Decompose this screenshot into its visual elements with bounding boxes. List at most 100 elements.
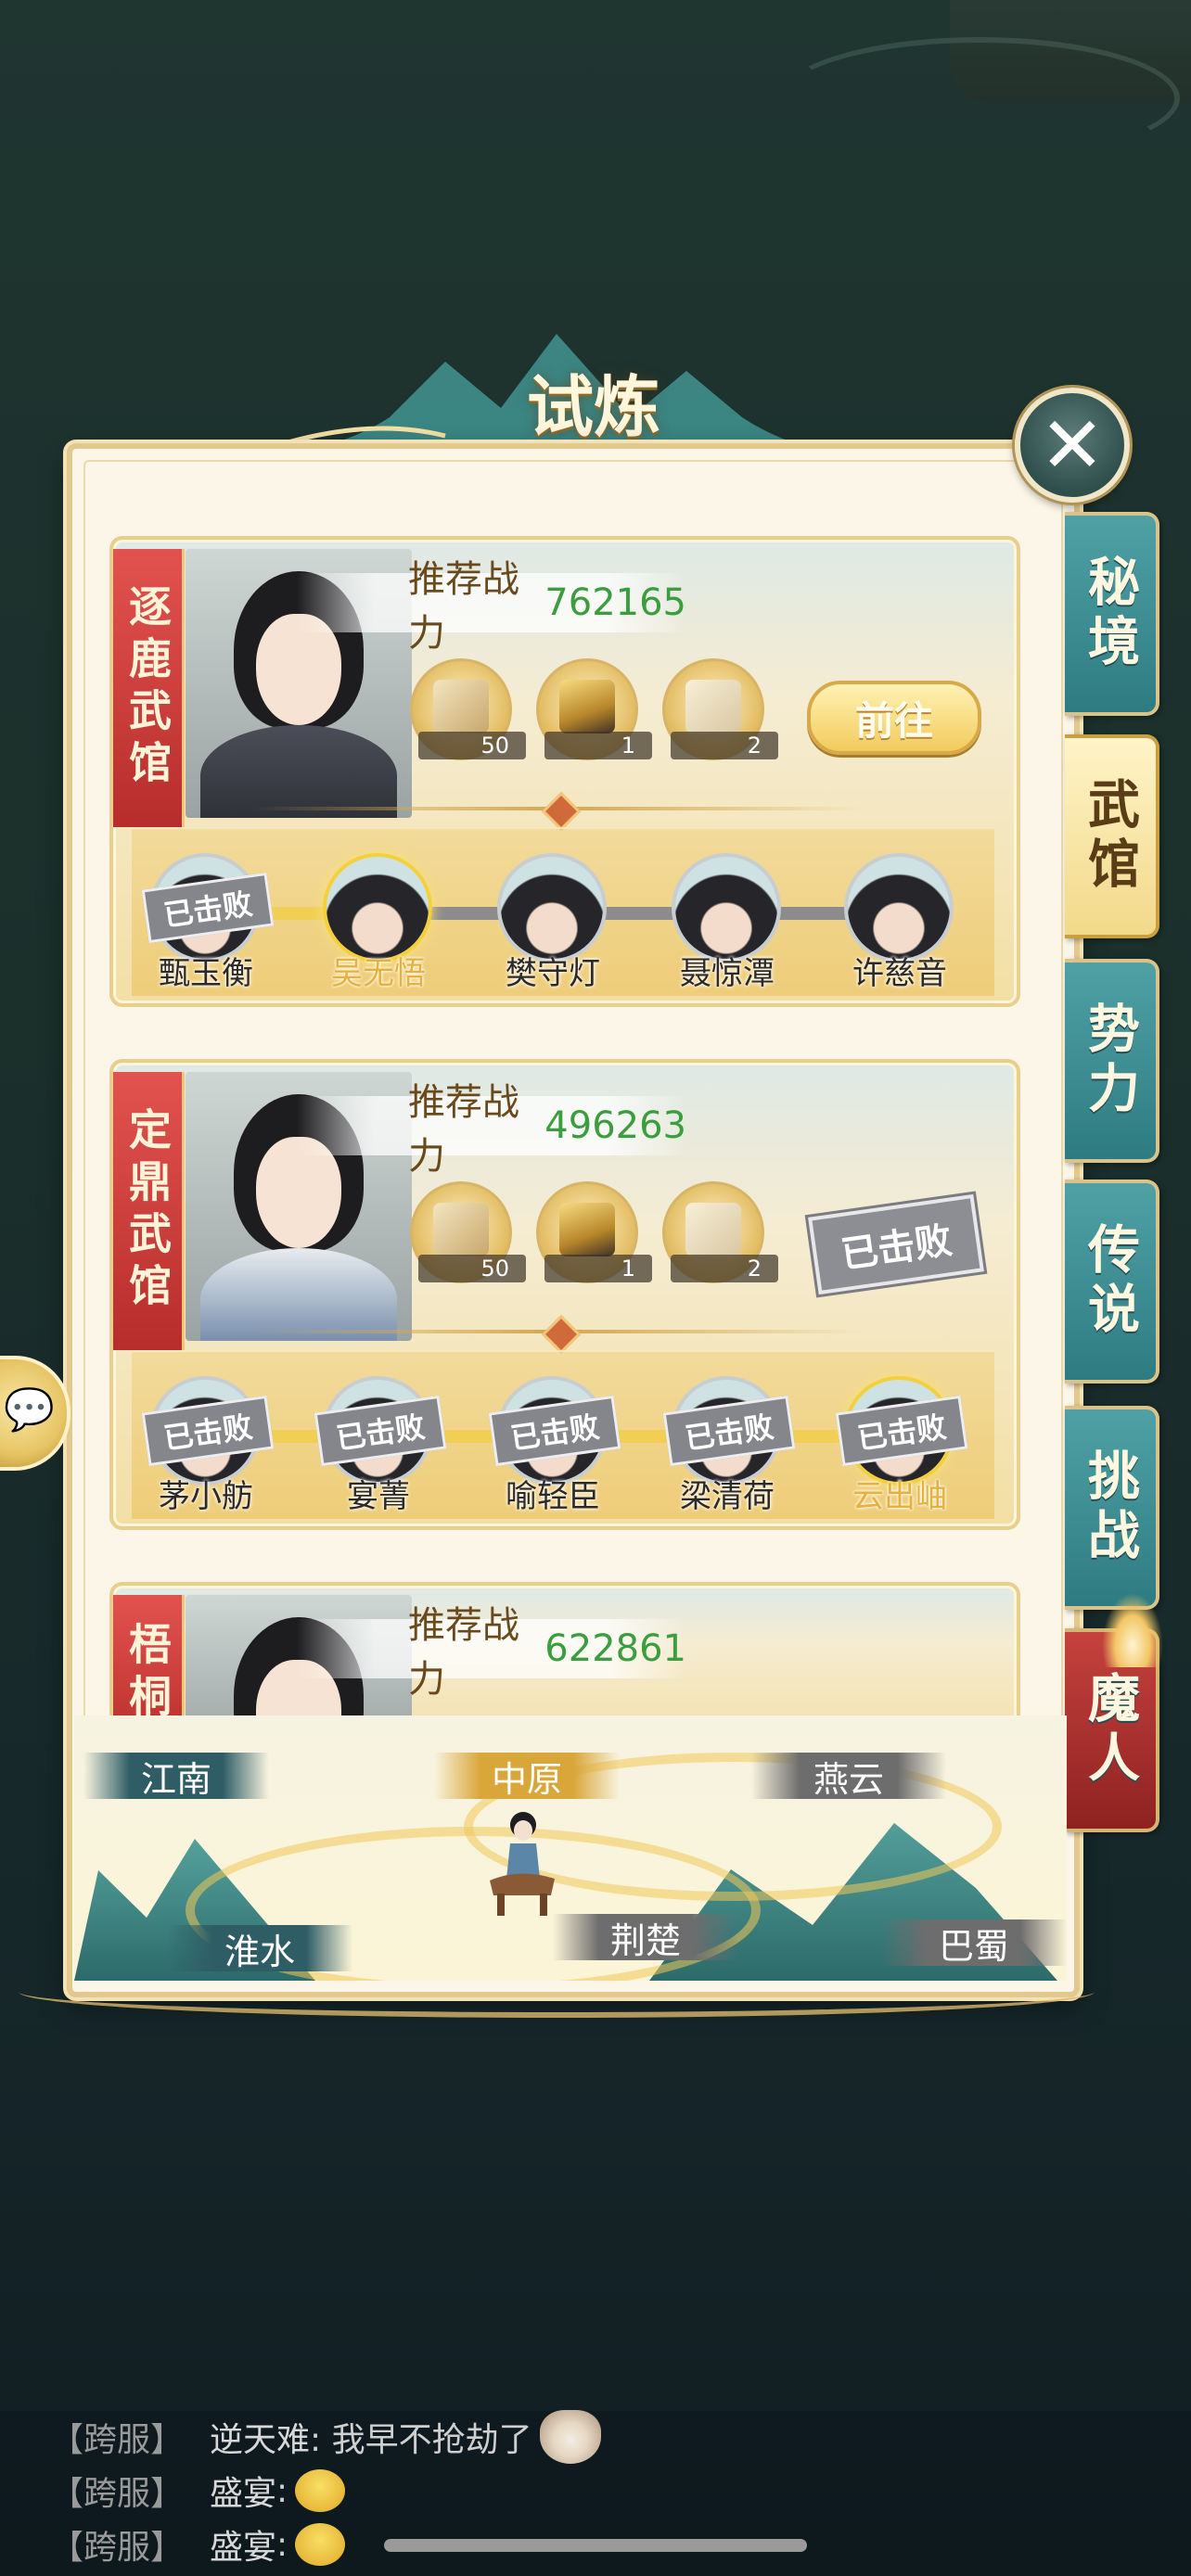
opponent[interactable]: 樊守灯 bbox=[497, 853, 610, 992]
avatar bbox=[323, 853, 432, 963]
opponent-name: 樊守灯 bbox=[506, 955, 600, 992]
divider-gem bbox=[541, 791, 582, 832]
reward-list: 50 1 2 bbox=[410, 658, 778, 760]
tab-legend[interactable]: 传说 bbox=[1065, 1180, 1159, 1384]
region-bashu[interactable]: 巴蜀 bbox=[881, 1919, 1067, 1967]
cat-emoji-icon bbox=[539, 2410, 601, 2464]
chat-icon: 💬 bbox=[4, 1386, 55, 1434]
opponent[interactable]: 已击败 宴菁 bbox=[314, 1376, 447, 1515]
chat-channel: 【跨服】 bbox=[50, 2421, 185, 2459]
reward-count: 1 bbox=[544, 1255, 652, 1282]
chat-channel: 【跨服】 bbox=[50, 2475, 185, 2513]
power-value: 762165 bbox=[544, 581, 686, 624]
tab-challenge[interactable]: 挑战 bbox=[1065, 1406, 1159, 1610]
reward-count: 1 bbox=[544, 732, 652, 759]
region-zhongyuan[interactable]: 中原 bbox=[434, 1753, 620, 1800]
divider-gem bbox=[541, 1314, 582, 1355]
close-icon: ✕ bbox=[1039, 400, 1106, 491]
opponent[interactable]: 许慈音 bbox=[844, 853, 957, 992]
panel-bottom-ornament bbox=[19, 1966, 1095, 2018]
opponent-name: 茅小舫 bbox=[159, 1478, 253, 1515]
home-indicator[interactable] bbox=[384, 2539, 807, 2552]
opponent-current[interactable]: 吴无悟 bbox=[323, 853, 436, 992]
opponent[interactable]: 聂惊潭 bbox=[672, 853, 785, 992]
page-title: 试炼 bbox=[526, 367, 660, 446]
scroll-icon[interactable]: 50 bbox=[410, 1181, 526, 1283]
close-button[interactable]: ✕ bbox=[1015, 388, 1130, 503]
opponent-track: 已击败 甄玉衡 吴无悟 樊守灯 聂惊潭 许慈音 bbox=[132, 827, 994, 996]
opponent-name: 喻轻臣 bbox=[506, 1478, 600, 1515]
chat-text: : bbox=[276, 2471, 288, 2510]
tab-label: 传说 bbox=[1079, 1222, 1141, 1341]
tab-label: 势力 bbox=[1079, 1001, 1141, 1120]
tab-secret-realm[interactable]: 秘境 bbox=[1065, 512, 1159, 716]
tab-label: 挑战 bbox=[1079, 1448, 1141, 1567]
player-rider-icon bbox=[490, 1812, 555, 1916]
chat-text: : bbox=[276, 2525, 288, 2564]
opponent-name: 许慈音 bbox=[852, 955, 947, 992]
avatar bbox=[844, 853, 954, 963]
hall-name-ribbon: 逐鹿武馆 bbox=[113, 549, 185, 827]
reward-list: 50 1 2 bbox=[410, 1181, 778, 1283]
recommended-power: 推荐战力 622861 bbox=[297, 1604, 686, 1701]
opponent-name: 甄玉衡 bbox=[159, 955, 253, 992]
reward-count: 2 bbox=[671, 1255, 778, 1282]
hall-card-dingding: 定鼎武馆 推荐战力 496263 50 1 2 已击败 已击败 茅小舫 已击败 … bbox=[109, 1059, 1020, 1530]
opponent[interactable]: 已击败 茅小舫 bbox=[141, 1376, 275, 1515]
opponent-name: 云出岫 bbox=[852, 1478, 947, 1515]
tab-label: 秘境 bbox=[1079, 555, 1141, 673]
recommended-power: 推荐战力 762165 bbox=[297, 558, 686, 655]
defeated-stamp: 已击败 bbox=[804, 1191, 988, 1298]
chat-message: 【跨服】 逆天难 : 我早不抢劫了 bbox=[50, 2410, 601, 2464]
hall-name: 逐鹿武馆 bbox=[122, 584, 173, 792]
hall-name: 梧桐 bbox=[122, 1622, 173, 1726]
manual-book-icon[interactable]: 2 bbox=[662, 1181, 778, 1283]
chat-sender: 盛宴 bbox=[210, 2529, 277, 2567]
background-path bbox=[779, 37, 1180, 159]
tab-label: 魔人 bbox=[1079, 1671, 1141, 1790]
chat-message: 【跨服】 盛宴 : bbox=[50, 2519, 346, 2570]
gold-ore-icon[interactable]: 1 bbox=[536, 1181, 652, 1283]
region-jiangnan[interactable]: 江南 bbox=[83, 1753, 269, 1800]
smile-emoji-icon bbox=[295, 2469, 346, 2512]
chat-bubble-button[interactable]: 💬 bbox=[0, 1356, 70, 1471]
gold-ore-icon[interactable]: 1 bbox=[536, 658, 652, 760]
power-label: 推荐战力 bbox=[408, 1604, 519, 1701]
opponent[interactable]: 已击败 甄玉衡 bbox=[141, 853, 275, 992]
avatar bbox=[672, 853, 781, 963]
opponent[interactable]: 已击败 梁清荷 bbox=[662, 1376, 796, 1515]
chat-channel: 【跨服】 bbox=[50, 2529, 185, 2567]
opponent-name: 梁清荷 bbox=[680, 1478, 775, 1515]
tab-martial-hall[interactable]: 武馆 bbox=[1065, 734, 1159, 938]
opponent[interactable]: 已击败 喻轻臣 bbox=[488, 1376, 621, 1515]
tab-faction[interactable]: 势力 bbox=[1065, 959, 1159, 1163]
chat-text: : 我早不抢劫了 bbox=[310, 2421, 532, 2459]
region-yanyun[interactable]: 燕云 bbox=[751, 1753, 946, 1800]
chat-sender: 逆天难 bbox=[210, 2421, 311, 2459]
flame-icon bbox=[1102, 1593, 1163, 1667]
opponent-current[interactable]: 已击败 云出岫 bbox=[835, 1376, 968, 1515]
opponent-name: 吴无悟 bbox=[331, 955, 426, 992]
hall-name-ribbon: 定鼎武馆 bbox=[113, 1072, 185, 1350]
hall-name: 定鼎武馆 bbox=[122, 1107, 173, 1315]
hall-card-zhulu: 逐鹿武馆 推荐战力 762165 50 1 2 前往 已击败 甄玉衡 吴无悟 樊… bbox=[109, 536, 1020, 1007]
power-value: 622861 bbox=[544, 1627, 686, 1670]
chat-sender: 盛宴 bbox=[210, 2475, 277, 2513]
manual-book-icon[interactable]: 2 bbox=[662, 658, 778, 760]
scroll-icon[interactable]: 50 bbox=[410, 658, 526, 760]
go-button[interactable]: 前往 bbox=[807, 681, 981, 755]
region-huaishui[interactable]: 淮水 bbox=[167, 1925, 352, 1972]
avatar bbox=[497, 853, 607, 963]
opponent-name: 宴菁 bbox=[347, 1478, 410, 1515]
power-label: 推荐战力 bbox=[408, 1081, 519, 1178]
opponent-name: 聂惊潭 bbox=[680, 955, 775, 992]
power-value: 496263 bbox=[544, 1104, 686, 1147]
reward-count: 2 bbox=[671, 732, 778, 759]
reward-count: 50 bbox=[418, 732, 526, 759]
recommended-power: 推荐战力 496263 bbox=[297, 1081, 686, 1178]
region-jingchu[interactable]: 荆楚 bbox=[553, 1914, 738, 1961]
chat-message: 【跨服】 盛宴 : bbox=[50, 2465, 346, 2517]
smile-emoji-icon bbox=[295, 2523, 346, 2566]
opponent-track: 已击败 茅小舫 已击败 宴菁 已击败 喻轻臣 已击败 梁清荷 已击败 云出岫 bbox=[132, 1350, 994, 1519]
reward-count: 50 bbox=[418, 1255, 526, 1282]
